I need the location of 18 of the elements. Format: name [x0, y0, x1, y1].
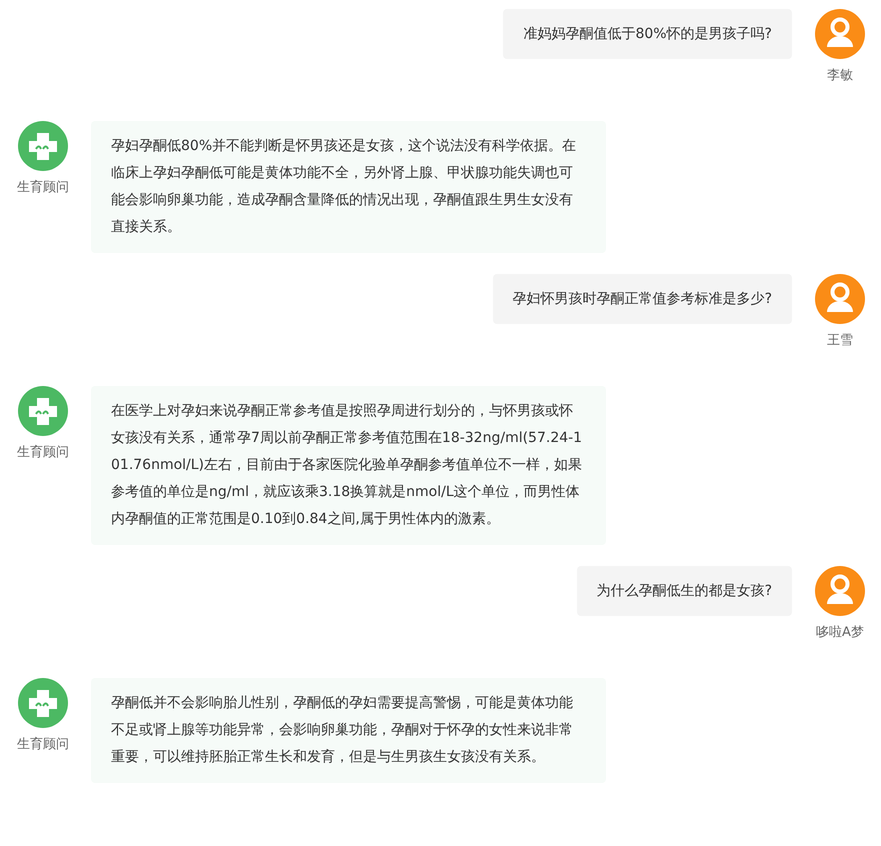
message-bubble: 为什么孕酮低生的都是女孩? [576, 566, 792, 616]
message-bubble: 孕妇怀男孩时孕酮正常值参考标准是多少? [492, 274, 792, 324]
author-name: 哆啦A梦 [816, 624, 864, 641]
message-bubble: 准妈妈孕酮值低于80%怀的是男孩子吗? [503, 9, 792, 59]
medical-cross-icon [18, 386, 68, 436]
user-avatar-icon [815, 566, 865, 616]
message-bubble: 在医学上对孕妇来说孕酮正常参考值是按照孕周进行划分的，与怀男孩或怀女孩没有关系，通常孕7周以前孕酮正常参考值范围在18-32ng/ml(57.24-101.76nmol/L)左右，目前由于各家医院化验单孕酮参考值单位不一样，如果参考值的单位是ng/ml，就应该乘3.18换算就是nmol/L这个单位，而男性体内孕酮值的正常范围是0.10到0.84之间,属于男性体内的激素。 [91, 386, 606, 545]
medical-cross-icon [18, 678, 68, 728]
author-name: 生育顾问 [17, 444, 69, 461]
medical-cross-icon [18, 121, 68, 171]
author-name: 生育顾问 [17, 178, 69, 196]
message-bubble: 孕妇孕酮低80%并不能判断是怀男孩还是女孩，这个说法没有科学依据。在临床上孕妇孕酮低可能是黄体功能不全，另外肾上腺、甲状腺功能失调也可能会影响卵巢功能，造成孕酮含量降低的情况出现，孕酮值跟生男生女没有直接关系。 [91, 121, 606, 253]
author-name: 王雪 [827, 332, 853, 349]
author-name: 李敏 [827, 67, 853, 84]
author-name: 生育顾问 [17, 736, 69, 753]
user-avatar-icon [815, 274, 865, 324]
message-bubble: 孕酮低并不会影响胎儿性别，孕酮低的孕妇需要提高警惕，可能是黄体功能不足或肾上腺等功能异常，会影响卵巢功能，孕酮对于怀孕的女性来说非常重要，可以维持胚胎正常生长和发育，但是与生男孩生女孩没有关系。 [91, 678, 606, 783]
user-avatar-icon [815, 9, 865, 59]
